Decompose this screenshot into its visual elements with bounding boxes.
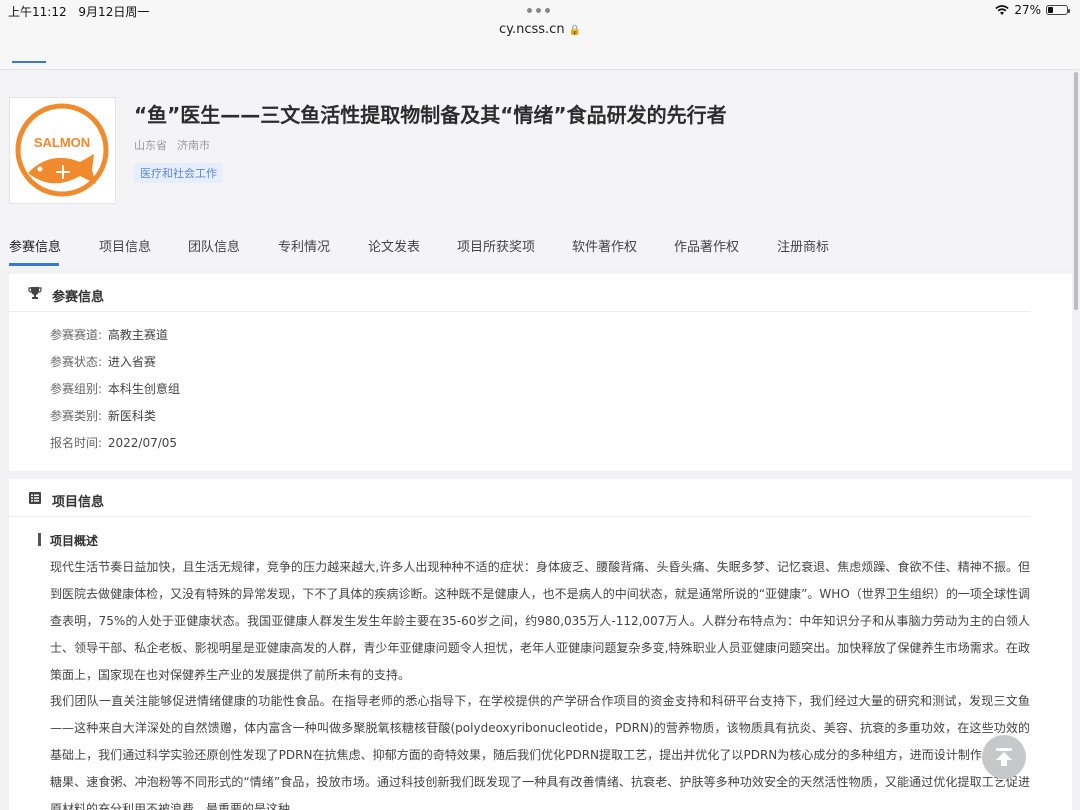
- trophy-icon: [28, 287, 42, 299]
- category-tag: 医疗和社会工作: [134, 163, 223, 183]
- info-value: 本科生创意组: [107, 382, 180, 396]
- province-text: 山东省: [134, 139, 167, 152]
- active-tab-indicator: [9, 263, 59, 266]
- tab-software-copyright[interactable]: 软件著作权: [572, 236, 637, 255]
- info-value: 进入省赛: [107, 355, 156, 369]
- multitask-dots-icon[interactable]: [527, 8, 550, 13]
- tab-awards[interactable]: 项目所获奖项: [457, 236, 535, 255]
- battery-percent: 27%: [1014, 3, 1041, 17]
- project-info-card: 项目信息 项目概述 现代生活节奏日益加快，且生活无规律，竞争的压力越来越大,许多…: [9, 479, 1072, 810]
- tab-bar: 参赛信息 项目信息 团队信息 专利情况 论文发表 项目所获奖项 软件著作权 作品…: [0, 236, 1072, 268]
- tab-project-info[interactable]: 项目信息: [99, 236, 151, 255]
- address-bar[interactable]: cy.ncss.cn 🔒: [0, 20, 1080, 70]
- overview-paragraph: 我们团队一直关注能够促进情绪健康的功能性食品。在指导老师的悉心指导下，在学校提供…: [50, 694, 1030, 810]
- url-field[interactable]: cy.ncss.cn 🔒: [0, 22, 1080, 37]
- info-key: 报名时间:: [50, 436, 103, 450]
- battery-icon: [1046, 5, 1070, 15]
- tab-team-info[interactable]: 团队信息: [188, 236, 240, 255]
- salmon-logo-icon: SALMON: [15, 103, 109, 197]
- info-key: 参赛类别:: [50, 409, 103, 423]
- list-icon: [29, 492, 41, 504]
- competition-info-card: 参赛信息 参赛赛道: 高教主赛道 参赛状态: 进入省赛 参赛组别: 本科生创意组…: [9, 274, 1072, 471]
- info-value: 高教主赛道: [107, 328, 168, 342]
- page-scrollbar[interactable]: [1074, 72, 1078, 310]
- tab-trademark[interactable]: 注册商标: [777, 236, 829, 255]
- page-title: “鱼”医生——三文鱼活性提取物制备及其“情绪”食品研发的先行者: [134, 103, 727, 127]
- logo-text: SALMON: [34, 135, 90, 150]
- info-row-track: 参赛赛道: 高教主赛道: [50, 326, 168, 343]
- section-title: 项目信息: [52, 495, 105, 510]
- subsection-title: 项目概述: [38, 532, 98, 549]
- tab-work-copyright[interactable]: 作品著作权: [674, 236, 739, 255]
- card-header: 项目信息: [9, 479, 1030, 517]
- card-header: 参赛信息: [9, 274, 1030, 312]
- tab-patents[interactable]: 专利情况: [278, 236, 330, 255]
- info-value: 新医科类: [107, 409, 156, 423]
- overview-paragraph: 现代生活节奏日益加快，且生活无规律，竞争的压力越来越大,许多人出现种种不适的症状…: [50, 560, 1030, 682]
- info-row-category: 参赛类别: 新医科类: [50, 407, 156, 424]
- status-time: 上午11:12 9月12日周一: [8, 3, 149, 20]
- info-row-signup-date: 报名时间: 2022/07/05: [50, 434, 177, 451]
- lock-icon: 🔒: [568, 25, 582, 36]
- city-text: 济南市: [177, 139, 210, 152]
- status-bar: 上午11:12 9月12日周一 27%: [0, 0, 1080, 20]
- date-text: 9月12日周一: [78, 5, 150, 19]
- project-logo: SALMON: [9, 97, 116, 204]
- time-text: 上午11:12: [8, 5, 67, 19]
- info-value: 2022/07/05: [107, 436, 178, 450]
- page-load-indicator: [12, 61, 46, 63]
- tab-papers[interactable]: 论文发表: [368, 236, 420, 255]
- section-title: 参赛信息: [52, 290, 105, 305]
- info-row-group: 参赛组别: 本科生创意组: [50, 380, 180, 397]
- back-to-top-button[interactable]: [982, 735, 1026, 779]
- project-header: SALMON “鱼”医生——三文鱼活性提取物制备及其“情绪”食品研发的先行者 山…: [0, 70, 1072, 268]
- info-row-status: 参赛状态: 进入省赛: [50, 353, 156, 370]
- wifi-icon: [995, 4, 1010, 15]
- info-key: 参赛组别:: [50, 382, 103, 396]
- location: 山东省 济南市: [134, 137, 210, 153]
- tab-competition-info[interactable]: 参赛信息: [9, 236, 61, 255]
- url-text: cy.ncss.cn: [498, 22, 565, 37]
- info-key: 参赛状态:: [50, 355, 103, 369]
- arrow-up-icon: [996, 748, 1012, 766]
- info-key: 参赛赛道:: [50, 328, 103, 342]
